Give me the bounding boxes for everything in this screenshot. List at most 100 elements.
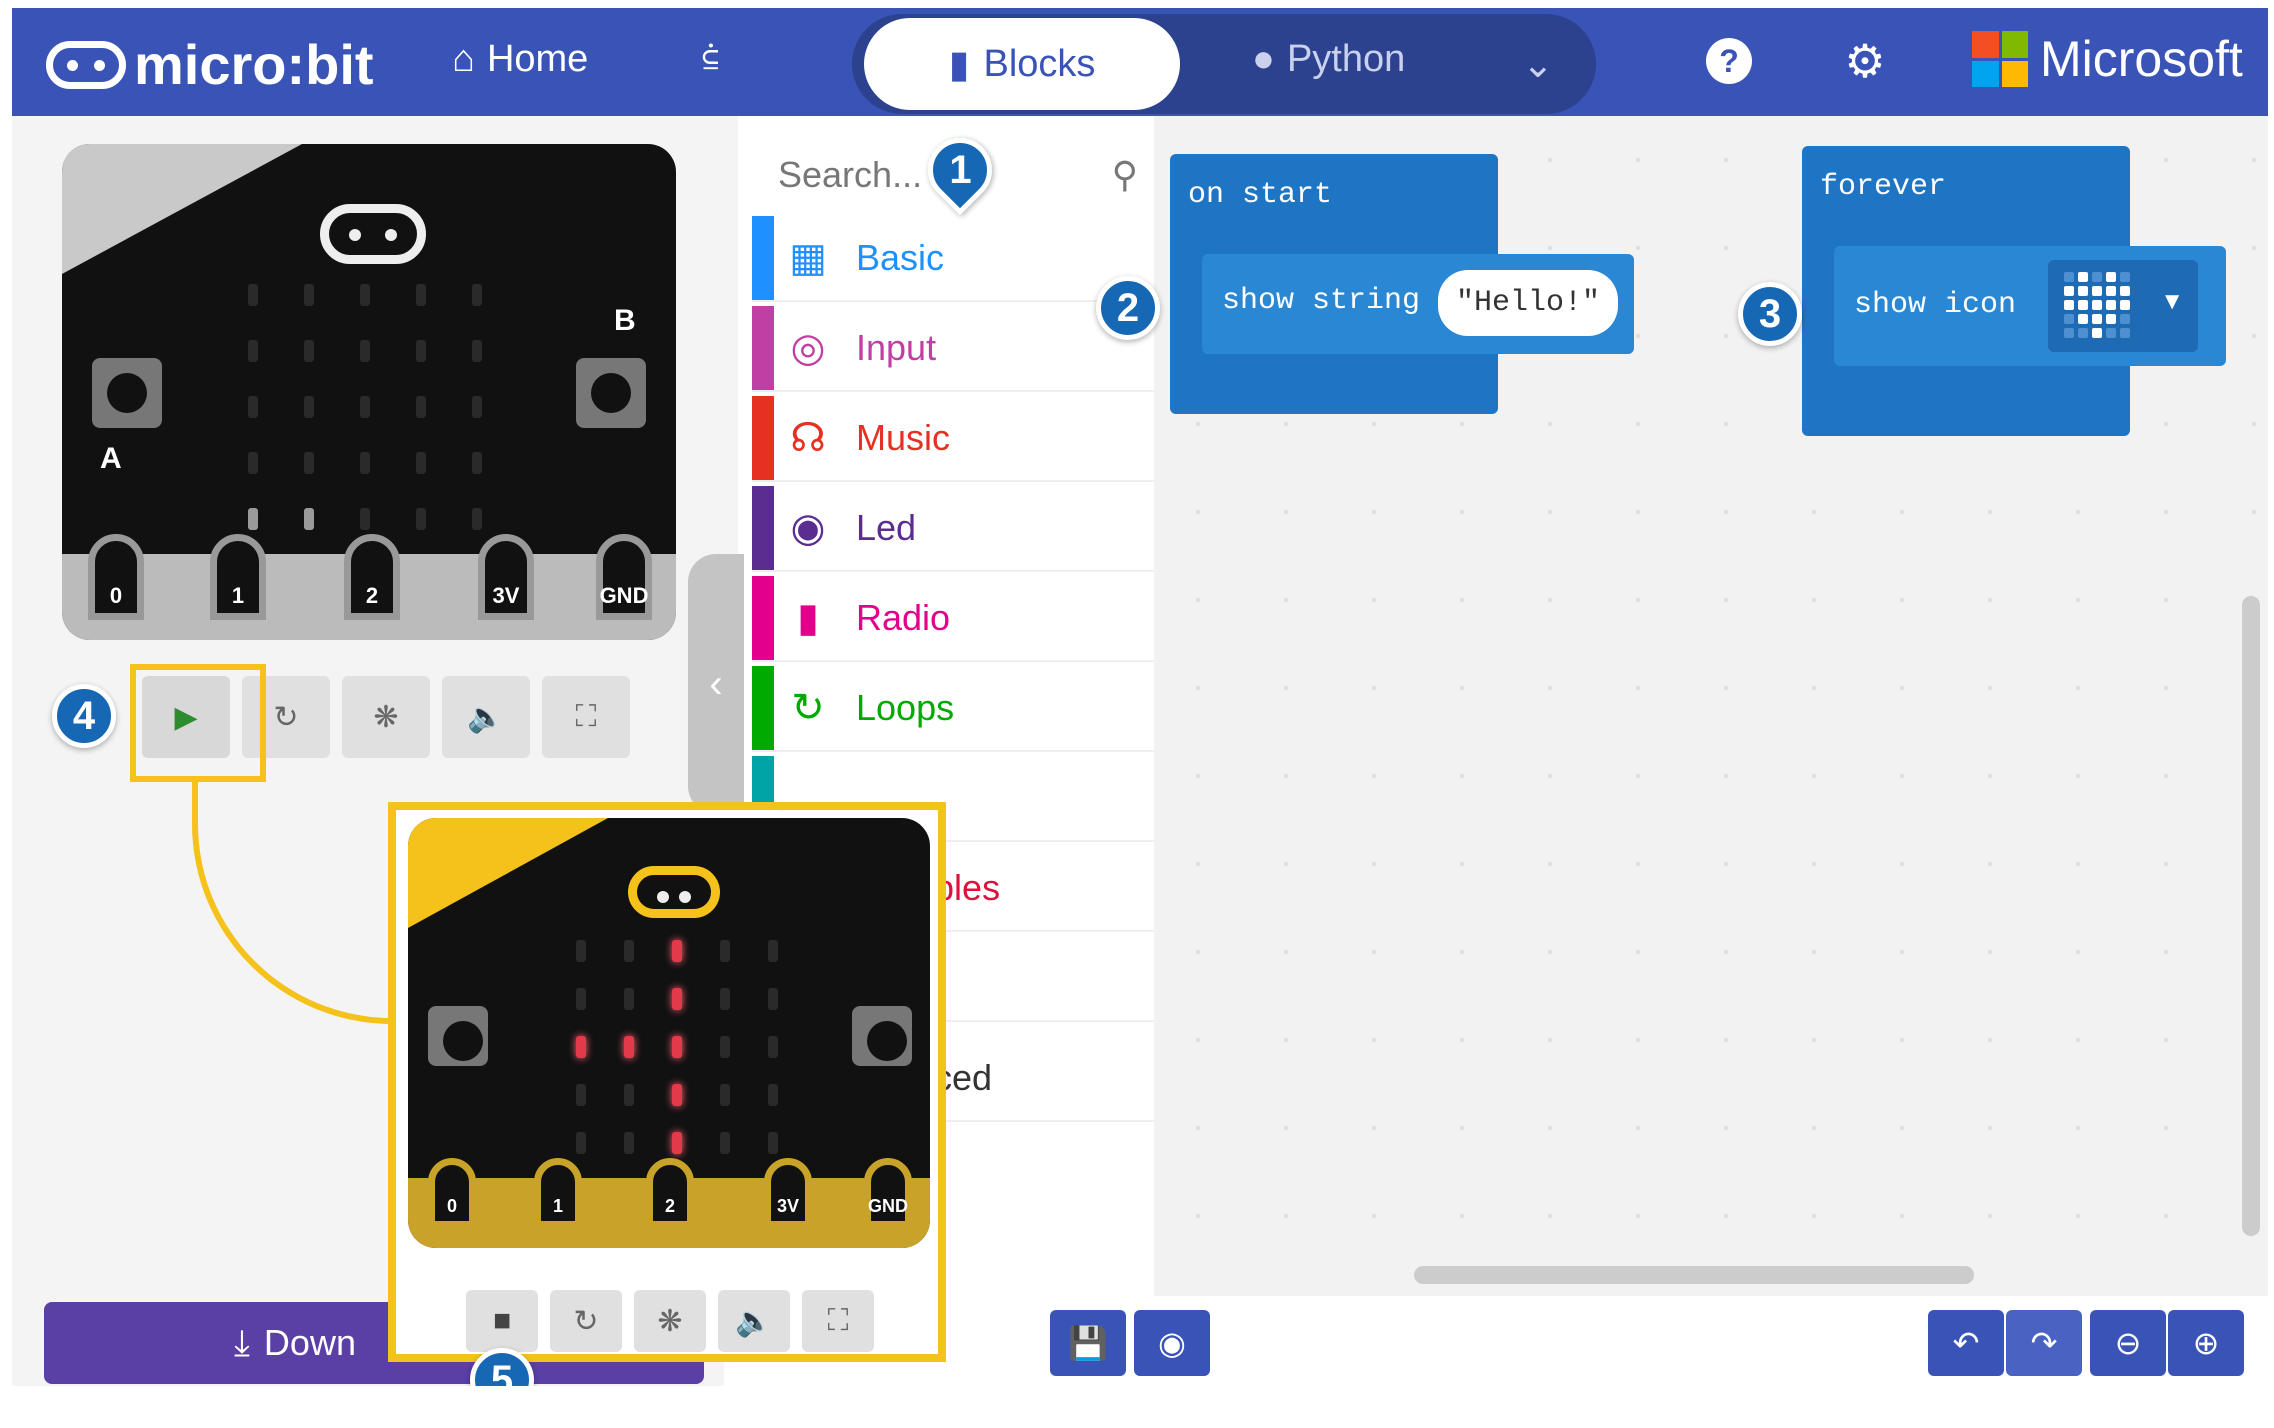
led [720,940,730,962]
tab-blocks[interactable]: ▮ Blocks [864,18,1180,110]
category-color-bar [752,486,774,570]
led [768,1036,778,1058]
mute-icon[interactable]: 🔈 [442,676,530,758]
on-start-block[interactable]: on start show string "Hello!" [1170,154,1634,414]
led [416,396,426,418]
bottom-toolbar: 💾 ◉ ↶ ↷ ⊖ ⊕ [724,1296,2268,1386]
category-radio[interactable]: ▮ Radio [752,576,1154,662]
heart-pixel [2106,300,2116,310]
heart-pixel [2092,272,2102,282]
led [360,284,370,306]
mute-icon: 🔈 [718,1290,790,1352]
category-label: Radio [856,597,951,638]
blocks-workspace[interactable]: on start show string "Hello!" forever sh… [1154,116,2268,1296]
heart-pixel [2092,286,2102,296]
microbit-simulator-running: 0 1 2 3V GND [408,818,930,1248]
show-string-label: show string [1222,284,1421,318]
microbit-logo[interactable]: micro:bit [46,32,374,97]
debug-icon: ❋ [634,1290,706,1352]
search-placeholder: Search... [778,154,923,195]
led [624,940,634,962]
app-frame: micro:bit ⌂ Home ⫃ ▮ Blocks ● Python ⌄ ?… [12,8,2268,1386]
heart-pixel [2120,286,2130,296]
led [472,452,482,474]
category-color-bar [752,396,774,480]
heart-pixel [2120,328,2130,338]
led [624,1036,634,1058]
button-a-label: A [100,442,122,475]
led [360,452,370,474]
heart-pixel [2120,272,2130,282]
save-icon[interactable]: 💾 [1050,1310,1126,1376]
led [360,340,370,362]
category-basic[interactable]: ▦ Basic [752,216,1154,302]
led [768,988,778,1010]
microsoft-logo[interactable]: Microsoft [1972,30,2243,88]
pin-gnd[interactable]: GND [596,534,652,620]
debug-icon[interactable]: ❋ [342,676,430,758]
tab-blocks-label: Blocks [983,42,1096,85]
heart-pixel [2064,328,2074,338]
led [720,1132,730,1154]
microsoft-label: Microsoft [2040,31,2243,87]
tab-python[interactable]: ● Python [1252,38,1405,81]
microbit-logo-icon [46,40,126,89]
led [672,1036,682,1058]
redo-icon[interactable]: ↷ [2006,1310,2082,1376]
led [576,988,586,1010]
heart-pixel [2078,314,2088,324]
vertical-scrollbar[interactable] [2242,596,2260,1236]
heart-pixel [2106,272,2116,282]
pin-0[interactable]: 0 [88,534,144,620]
download-icon: ⤓ [234,1321,250,1363]
led [720,1036,730,1058]
pin-3v[interactable]: 3V [478,534,534,620]
heart-pixel [2106,286,2116,296]
led [248,396,258,418]
category-music[interactable]: ☊ Music [752,396,1154,482]
led [416,340,426,362]
forever-block[interactable]: forever show icon ▼ [1802,146,2226,436]
pin-2[interactable]: 2 [344,534,400,620]
icon-dropdown[interactable]: ▼ [2048,260,2198,352]
github-icon[interactable]: ◉ [1134,1310,1210,1376]
pin-1: 1 [534,1158,582,1228]
category-loops[interactable]: ↻ Loops [752,666,1154,752]
horizontal-scrollbar[interactable] [1414,1266,1974,1284]
share-icon: ⫃ [702,38,719,80]
pin-0: 0 [428,1158,476,1228]
home-button[interactable]: ⌂ Home [452,38,588,81]
pin-2: 2 [646,1158,694,1228]
category-label: Basic [856,237,945,278]
gear-icon[interactable]: ⚙ [1838,34,1892,88]
button-a[interactable] [92,358,162,428]
string-input[interactable]: "Hello!" [1438,270,1618,336]
callout-3: 3 [1738,282,1802,346]
led [472,396,482,418]
callout-2: 2 [1096,276,1160,340]
share-button[interactable]: ⫃ [702,38,719,81]
pin-1[interactable]: 1 [210,534,266,620]
heart-pixel [2064,286,2074,296]
fullscreen-icon[interactable]: ⛶ [542,676,630,758]
callout-1-label: 1 [948,147,972,192]
loop-icon: ↻ [791,686,825,730]
collapse-simulator-button[interactable]: ‹ [688,554,744,814]
microbit-simulator[interactable]: A B 0 1 2 3V GND [62,144,676,640]
top-bar: micro:bit ⌂ Home ⫃ ▮ Blocks ● Python ⌄ ?… [12,8,2268,116]
led [720,988,730,1010]
category-input[interactable]: ◎ Input [752,306,1154,392]
help-icon[interactable]: ? [1702,34,1756,88]
zoom-out-icon[interactable]: ⊖ [2090,1310,2166,1376]
fullscreen-icon: ⛶ [802,1290,874,1352]
button-b[interactable] [576,358,646,428]
heart-pixel [2092,328,2102,338]
zoom-in-icon[interactable]: ⊕ [2168,1310,2244,1376]
heart-pixel [2064,272,2074,282]
undo-icon[interactable]: ↶ [1928,1310,2004,1376]
show-string-block[interactable]: show string "Hello!" [1202,254,1634,354]
show-icon-block[interactable]: show icon ▼ [1834,246,2226,366]
category-led[interactable]: ◉ Led [752,486,1154,572]
chevron-down-icon[interactable]: ⌄ [1522,42,1554,87]
callout-4: 4 [52,684,116,748]
